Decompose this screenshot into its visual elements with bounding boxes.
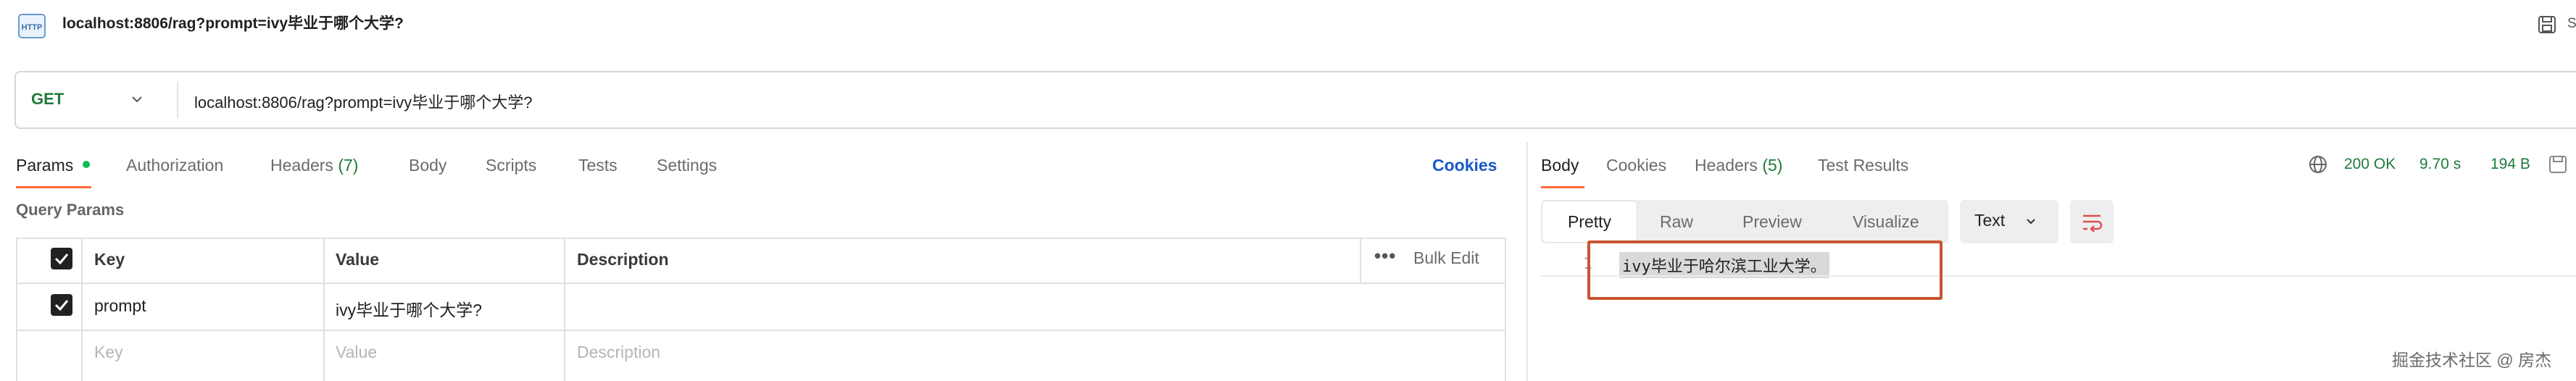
cookies-link[interactable]: Cookies [1432,154,1497,176]
new-key-input[interactable]: Key [94,343,123,362]
view-pretty-button[interactable]: Pretty [1542,201,1637,242]
more-icon[interactable]: ••• [1374,245,1396,267]
globe-icon[interactable] [2307,154,2329,175]
param-key-cell[interactable]: prompt [94,296,146,316]
response-time[interactable]: 9.70 s [2419,156,2461,173]
response-size[interactable]: 194 B [2490,156,2530,173]
table-row-divider [16,282,1506,284]
tab-params[interactable]: Params [16,154,73,176]
url-divider [177,81,178,119]
status-code[interactable]: 200 OK [2344,156,2396,173]
http-icon: HTTP [16,12,48,41]
bulk-edit-button[interactable]: Bulk Edit [1413,248,1479,268]
response-tab-headers-label: Headers [1695,156,1758,175]
chevron-down-icon[interactable] [130,93,144,106]
save-response-icon[interactable] [2546,152,2570,177]
table-row-divider [16,330,1506,331]
save-button-label[interactable]: S [2567,16,2576,32]
response-tab-headers[interactable]: Headers (5) [1695,154,1782,176]
response-tab-headers-count: (5) [1762,156,1783,175]
tab-settings[interactable]: Settings [657,154,717,176]
response-tab-test-results[interactable]: Test Results [1818,154,1908,176]
table-col-divider [564,238,565,381]
new-value-input[interactable]: Value [336,343,377,362]
request-title: localhost:8806/rag?prompt=ivy毕业于哪个大学? [62,15,404,32]
new-description-input[interactable]: Description [577,343,660,362]
select-all-checkbox[interactable] [51,248,72,269]
table-col-divider [323,238,325,381]
view-preview-button[interactable]: Preview [1742,201,1802,242]
tab-authorization[interactable]: Authorization [126,154,223,176]
column-header-description: Description [577,250,669,269]
pane-divider[interactable] [1526,142,1528,381]
response-tab-body[interactable]: Body [1541,154,1579,176]
response-tab-cookies[interactable]: Cookies [1606,154,1666,176]
response-tab-underline [1541,186,1584,188]
params-table [16,238,1506,381]
save-icon[interactable] [2537,14,2557,35]
tab-tests[interactable]: Tests [578,154,618,176]
tab-headers-label: Headers [270,156,333,175]
url-input[interactable]: localhost:8806/rag?prompt=ivy毕业于哪个大学? [194,90,532,113]
wrap-lines-button[interactable] [2070,200,2114,243]
param-value-cell[interactable]: ivy毕业于哪个大学? [336,296,482,321]
view-raw-button[interactable]: Raw [1660,201,1693,242]
tab-params-underline [16,186,91,188]
column-header-key: Key [94,250,125,269]
annotation-highlight-box [1587,240,1943,300]
table-col-divider [81,238,83,381]
chevron-down-icon [2025,216,2037,227]
watermark: 掘金技术社区 @ 房杰 [2392,351,2552,369]
table-col-divider [1360,238,1361,282]
svg-text:HTTP: HTTP [22,23,43,32]
tab-headers-count: (7) [338,156,359,175]
format-select-label: Text [1974,211,2006,230]
param-row-checkbox[interactable] [51,294,72,316]
tab-scripts[interactable]: Scripts [486,154,536,176]
params-active-dot [83,161,90,168]
view-visualize-button[interactable]: Visualize [1853,201,1919,242]
tab-headers[interactable]: Headers (7) [270,154,358,176]
tab-body[interactable]: Body [409,154,446,176]
method-select[interactable]: GET [31,90,64,109]
wrap-lines-icon [2083,214,2103,233]
query-params-heading: Query Params [16,201,125,219]
column-header-value: Value [336,250,380,269]
